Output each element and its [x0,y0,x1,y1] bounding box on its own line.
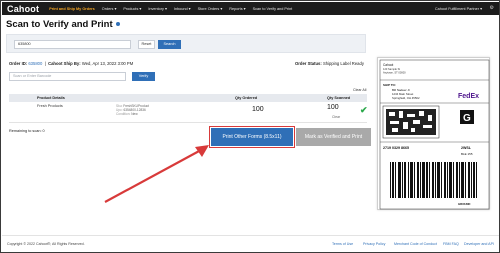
copyright: Copyright © 2022 Cahoot®, All Rights Res… [7,242,85,246]
app-window: Cahoot Print and Ship My Orders Orders ▾… [0,0,500,253]
footer-link-developer[interactable]: Developer and API [464,242,494,246]
maxicode-barcode [382,105,440,139]
order-search-input[interactable]: 635800 [14,40,131,49]
svg-text:SHIP TO:: SHIP TO: [383,83,396,87]
shipping-label-preview: Cahoot 123 Sample St Anytown, ST 00000 S… [377,57,490,210]
top-nav: Cahoot Print and Ship My Orders Orders ▾… [2,2,499,15]
svg-text:BLE 155: BLE 155 [461,152,473,156]
settings-gear-icon[interactable]: ⚙ [490,5,494,11]
nav-products[interactable]: Products ▾ [123,6,141,11]
footer-link-code-of-conduct[interactable]: Merchant Code of Conduct [394,242,437,246]
nav-reports[interactable]: Reports ▾ [229,6,245,11]
mark-verified-print-button[interactable]: Mark as Verified and Print [296,128,371,146]
clear-all-link[interactable]: Clear All [353,88,366,92]
verified-check-icon: ✔ [360,105,368,115]
order-id-link[interactable]: 635800 [28,61,42,66]
header-qty-scanned: Qty Scanned [327,96,351,100]
order-status: Order Status: Shipping Label Ready [295,61,364,66]
nav-store-orders[interactable]: Store Orders ▾ [198,6,223,11]
info-dot-icon[interactable] [115,22,120,27]
search-button[interactable]: Search [158,40,181,49]
nav-print-and-ship[interactable]: Print and Ship My Orders [49,7,95,11]
nav-orders[interactable]: Orders ▾ [102,6,117,11]
reset-button[interactable]: Reset [138,40,155,49]
svg-text:GROUND: GROUND [458,202,470,206]
products-table-header: Product Details Qty Ordered Qty Scanned [9,94,367,102]
table-row: Fresh Products Sku: FreshSKUProduct Upc:… [9,102,368,123]
annotation-arrow [104,145,209,203]
svg-text:G: G [463,113,471,124]
cahoot-logo[interactable]: Cahoot [7,4,39,14]
qty-ordered: 100 [252,106,264,113]
print-other-forms-button[interactable]: Print Other Forms (8.5x11) [209,126,295,148]
product-meta: Sku: FreshSKUProduct Upc: 6354800-12836 … [116,104,149,117]
clear-row-link[interactable]: Clear [332,115,340,119]
qty-scanned: 100 [327,104,339,111]
page-title: Scan to Verify and Print [6,19,120,30]
svg-text:123 Sample St: 123 Sample St [383,67,400,71]
verify-button[interactable]: Verify [132,72,155,81]
account-menu[interactable]: Cahoot Fulfillment Partner ▾ [435,6,482,11]
barcode-scan-input[interactable]: Scan or Enter Barcode [9,72,126,81]
footer-link-privacy[interactable]: Privacy Policy [363,242,385,246]
header-product-details: Product Details [37,96,65,100]
fedex-logo: FedEx [458,93,479,100]
svg-text:2719 0329 8665: 2719 0329 8665 [383,146,409,150]
search-panel: 635800 Reset Search [6,34,366,53]
svg-text:2WSL: 2WSL [461,146,472,150]
footer-link-faq[interactable]: FBM FAQ [443,242,459,246]
order-info: Order ID: 635800 | Cahoot Ship By: Wed, … [9,61,134,66]
remaining-to-scan: Remaining to scan: 0 [9,129,45,133]
shipping-label-image: Cahoot 123 Sample St Anytown, ST 00000 S… [379,59,490,210]
svg-text:Anytown, ST 00000: Anytown, ST 00000 [383,71,406,75]
footer: Copyright © 2022 Cahoot®, All Rights Res… [2,235,499,252]
footer-link-terms[interactable]: Terms of Use [332,242,353,246]
svg-text:Springfield, OH 45502: Springfield, OH 45502 [392,96,420,100]
product-name: Fresh Products [37,104,63,108]
nav-inventory[interactable]: Inventory ▾ [148,6,167,11]
nav-scan-to-verify[interactable]: Scan to Verify and Print [253,7,293,11]
svg-text:Cahoot: Cahoot [383,63,393,67]
nav-inbound[interactable]: Inbound ▾ [174,6,191,11]
header-qty-ordered: Qty Ordered [235,96,258,100]
